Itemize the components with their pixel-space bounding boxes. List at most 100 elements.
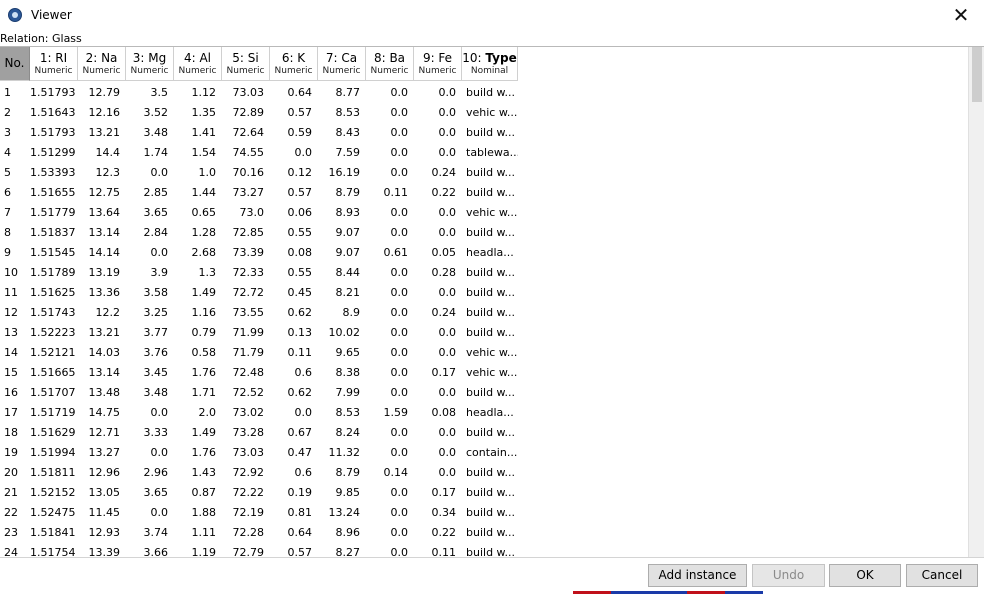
cell-na[interactable]: 12.75 (78, 183, 126, 203)
cell-na[interactable]: 13.19 (78, 263, 126, 283)
cell-na[interactable]: 13.14 (78, 223, 126, 243)
cell-ri[interactable]: 1.51655 (30, 183, 78, 203)
cell-na[interactable]: 13.27 (78, 443, 126, 463)
cell-fe[interactable]: 0.0 (414, 343, 462, 363)
table-row[interactable]: 13 1.52223 13.21 3.77 0.79 71.99 0.13 10.02 0.0 0… (0, 323, 518, 343)
cell-no[interactable]: 18 (0, 423, 30, 443)
cell-k[interactable]: 0.08 (270, 243, 318, 263)
column-header-ca[interactable]: 7: Ca Numeric (318, 47, 366, 81)
cell-si[interactable]: 73.27 (222, 183, 270, 203)
cell-si[interactable]: 72.48 (222, 363, 270, 383)
cell-al[interactable]: 2.68 (174, 243, 222, 263)
cell-fe[interactable]: 0.0 (414, 123, 462, 143)
cell-ba[interactable]: 1.59 (366, 403, 414, 423)
cell-na[interactable]: 12.79 (78, 83, 126, 103)
cell-no[interactable]: 15 (0, 363, 30, 383)
cell-al[interactable]: 1.11 (174, 523, 222, 543)
cell-k[interactable]: 0.0 (270, 403, 318, 423)
cell-ba[interactable]: 0.61 (366, 243, 414, 263)
cell-ba[interactable]: 0.0 (366, 483, 414, 503)
cell-na[interactable]: 11.45 (78, 503, 126, 523)
cell-ri[interactable]: 1.51629 (30, 423, 78, 443)
cell-no[interactable]: 4 (0, 143, 30, 163)
cell-ri[interactable]: 1.51299 (30, 143, 78, 163)
cell-mg[interactable]: 3.25 (126, 303, 174, 323)
cell-ca[interactable]: 8.79 (318, 463, 366, 483)
cell-ca[interactable]: 9.65 (318, 343, 366, 363)
cell-fe[interactable]: 0.0 (414, 283, 462, 303)
column-header-si[interactable]: 5: Si Numeric (222, 47, 270, 81)
cell-type[interactable]: tablewa... (462, 143, 518, 163)
cell-k[interactable]: 0.59 (270, 123, 318, 143)
cell-na[interactable]: 13.36 (78, 283, 126, 303)
cell-type[interactable]: headla... (462, 403, 518, 423)
cell-ri[interactable]: 1.51665 (30, 363, 78, 383)
add-instance-button[interactable]: Add instance (648, 564, 747, 587)
cell-na[interactable]: 13.64 (78, 203, 126, 223)
cell-k[interactable]: 0.55 (270, 263, 318, 283)
cell-ri[interactable]: 1.52152 (30, 483, 78, 503)
cell-al[interactable]: 1.19 (174, 543, 222, 557)
ok-button[interactable]: OK (829, 564, 901, 587)
cell-k[interactable]: 0.47 (270, 443, 318, 463)
cell-ba[interactable]: 0.14 (366, 463, 414, 483)
cell-fe[interactable]: 0.08 (414, 403, 462, 423)
cell-ri[interactable]: 1.51779 (30, 203, 78, 223)
cell-fe[interactable]: 0.0 (414, 463, 462, 483)
cell-no[interactable]: 17 (0, 403, 30, 423)
table-row[interactable]: 12 1.51743 12.2 3.25 1.16 73.55 0.62 8.9 0.0 0.24… (0, 303, 518, 323)
cell-fe[interactable]: 0.0 (414, 383, 462, 403)
vertical-scrollbar[interactable] (968, 47, 984, 557)
cell-mg[interactable]: 0.0 (126, 163, 174, 183)
cell-ba[interactable]: 0.0 (366, 263, 414, 283)
cell-al[interactable]: 1.0 (174, 163, 222, 183)
cell-si[interactable]: 71.99 (222, 323, 270, 343)
table-row[interactable]: 8 1.51837 13.14 2.84 1.28 72.85 0.55 9.07 0.0 0.0… (0, 223, 518, 243)
cell-ri[interactable]: 1.52475 (30, 503, 78, 523)
cell-mg[interactable]: 3.65 (126, 483, 174, 503)
cell-mg[interactable]: 3.33 (126, 423, 174, 443)
cell-mg[interactable]: 2.84 (126, 223, 174, 243)
cell-ca[interactable]: 8.93 (318, 203, 366, 223)
cell-mg[interactable]: 3.45 (126, 363, 174, 383)
cell-ri[interactable]: 1.51793 (30, 123, 78, 143)
cell-na[interactable]: 13.39 (78, 543, 126, 557)
cell-al[interactable]: 1.41 (174, 123, 222, 143)
cell-si[interactable]: 72.33 (222, 263, 270, 283)
cell-ba[interactable]: 0.0 (366, 223, 414, 243)
cell-si[interactable]: 73.39 (222, 243, 270, 263)
cell-al[interactable]: 1.16 (174, 303, 222, 323)
cell-al[interactable]: 1.35 (174, 103, 222, 123)
cell-k[interactable]: 0.19 (270, 483, 318, 503)
cell-mg[interactable]: 3.77 (126, 323, 174, 343)
cell-type[interactable]: build w... (462, 303, 518, 323)
cell-type[interactable]: build w... (462, 423, 518, 443)
cell-type[interactable]: contain... (462, 443, 518, 463)
cell-no[interactable]: 20 (0, 463, 30, 483)
cell-no[interactable]: 24 (0, 543, 30, 557)
cell-al[interactable]: 1.88 (174, 503, 222, 523)
cell-mg[interactable]: 3.66 (126, 543, 174, 557)
cell-si[interactable]: 72.22 (222, 483, 270, 503)
cell-type[interactable]: vehic w... (462, 363, 518, 383)
cell-al[interactable]: 2.0 (174, 403, 222, 423)
cell-ca[interactable]: 8.44 (318, 263, 366, 283)
cell-na[interactable]: 12.71 (78, 423, 126, 443)
cell-k[interactable]: 0.62 (270, 383, 318, 403)
cell-ca[interactable]: 7.99 (318, 383, 366, 403)
cell-ca[interactable]: 8.77 (318, 83, 366, 103)
table-row[interactable]: 15 1.51665 13.14 3.45 1.76 72.48 0.6 8.38 0.0 0.1… (0, 363, 518, 383)
cell-al[interactable]: 1.3 (174, 263, 222, 283)
cell-ri[interactable]: 1.51625 (30, 283, 78, 303)
cell-si[interactable]: 73.03 (222, 83, 270, 103)
cell-al[interactable]: 1.76 (174, 363, 222, 383)
cell-ca[interactable]: 8.27 (318, 543, 366, 557)
cell-mg[interactable]: 0.0 (126, 503, 174, 523)
cell-fe[interactable]: 0.0 (414, 203, 462, 223)
cell-na[interactable]: 14.4 (78, 143, 126, 163)
cell-al[interactable]: 1.49 (174, 423, 222, 443)
table-row[interactable]: 9 1.51545 14.14 0.0 2.68 73.39 0.08 9.07 0.61 0.0… (0, 243, 518, 263)
cell-si[interactable]: 74.55 (222, 143, 270, 163)
cell-si[interactable]: 72.19 (222, 503, 270, 523)
cell-ca[interactable]: 8.24 (318, 423, 366, 443)
